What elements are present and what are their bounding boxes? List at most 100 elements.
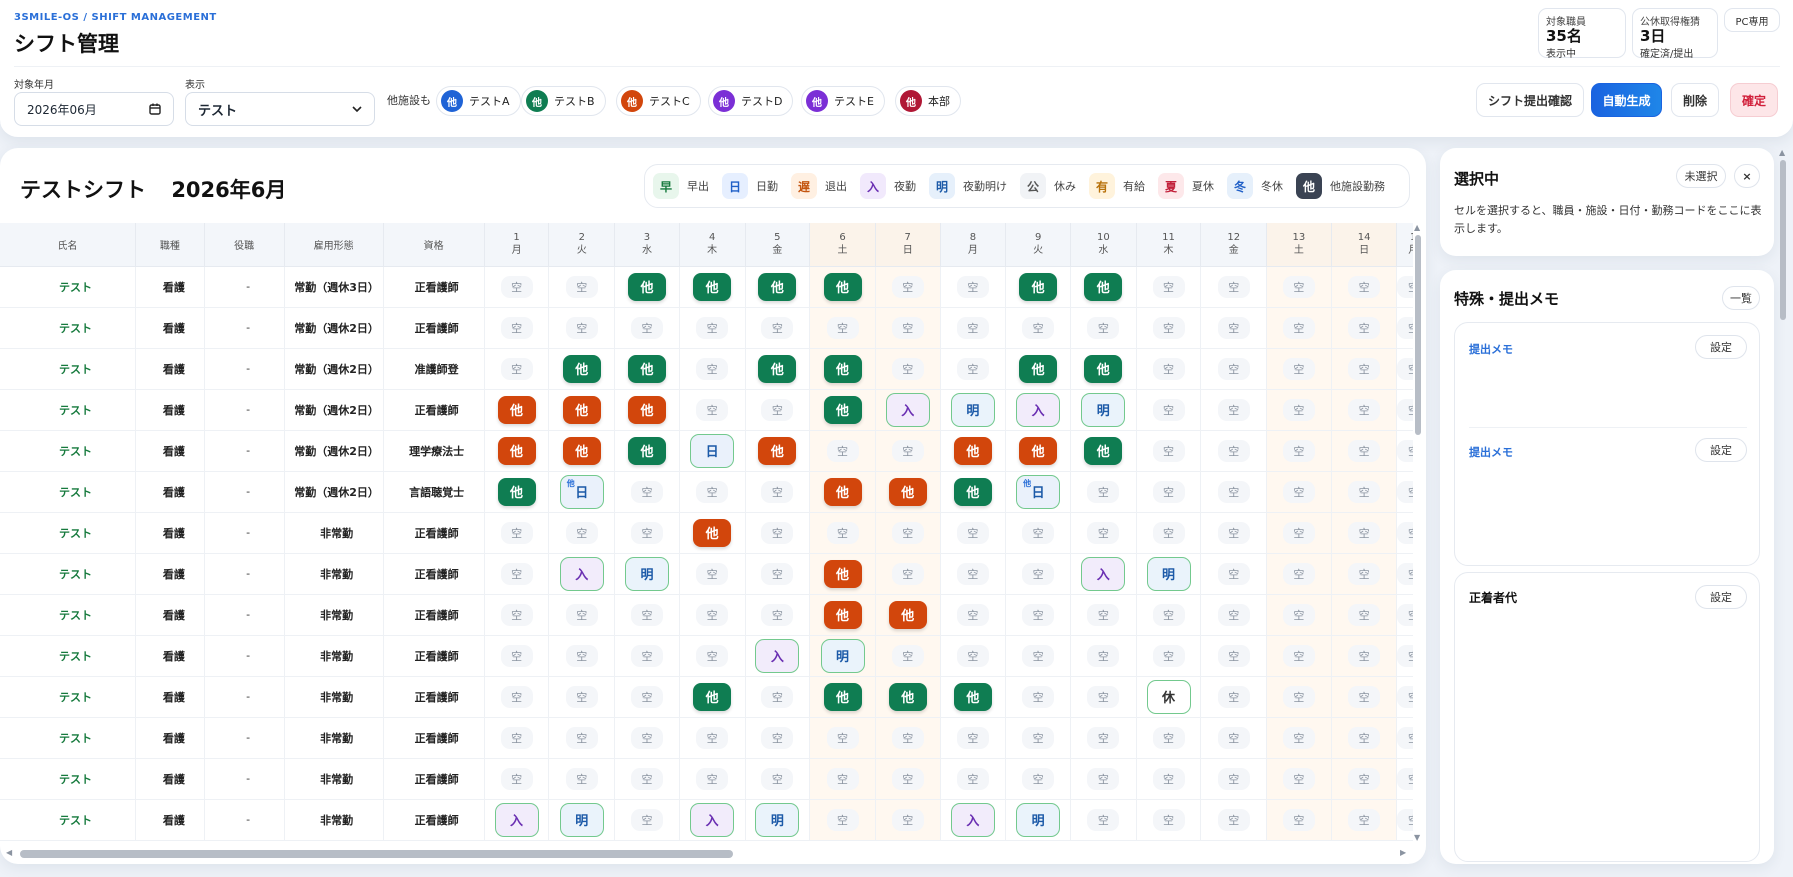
shift-cell[interactable]: 空 (1136, 758, 1202, 800)
staff-name[interactable]: テスト (0, 799, 136, 841)
shift-cell[interactable]: 空 (679, 348, 746, 390)
shift-cell[interactable]: 空 (1396, 348, 1413, 390)
shift-cell[interactable]: 入 (940, 799, 1007, 841)
shift-cell[interactable]: 空 (679, 389, 746, 431)
staff-name[interactable]: テスト (0, 758, 136, 800)
shift-cell[interactable]: 空 (745, 553, 811, 595)
staff-name[interactable]: テスト (0, 717, 136, 759)
facility-chip-test-b[interactable]: 他 テストB (521, 86, 606, 116)
shift-cell[interactable]: 空 (548, 594, 616, 636)
shift-cell[interactable]: 空 (809, 512, 876, 554)
shift-cell[interactable]: 空 (484, 307, 550, 349)
shift-cell[interactable]: 空 (1396, 758, 1413, 800)
shift-cell[interactable]: 空 (1396, 676, 1413, 718)
shift-cell[interactable]: 空 (809, 799, 876, 841)
shift-cell[interactable]: 他 (614, 348, 680, 390)
shift-cell[interactable]: 空 (1200, 594, 1268, 636)
shift-cell[interactable]: 空 (745, 471, 811, 513)
shift-cell[interactable]: 空 (940, 553, 1007, 595)
shift-cell[interactable]: 空 (484, 676, 550, 718)
shift-cell[interactable]: 空 (1396, 717, 1413, 759)
shift-cell[interactable]: 空 (1200, 635, 1268, 677)
staff-name[interactable]: テスト (0, 389, 136, 431)
shift-cell[interactable]: 空 (1331, 594, 1398, 636)
shift-cell[interactable]: 入 (1005, 389, 1071, 431)
shift-cell[interactable]: 空 (1396, 389, 1413, 431)
shift-cell[interactable]: 空 (1136, 266, 1202, 308)
confirm-submissions-button[interactable]: シフト提出確認 (1476, 83, 1584, 117)
shift-cell[interactable]: 他 (809, 389, 876, 431)
shift-cell[interactable]: 空 (875, 717, 941, 759)
shift-cell[interactable]: 他 (940, 676, 1007, 718)
staff-name[interactable]: テスト (0, 307, 136, 349)
shift-cell[interactable]: 空 (1005, 758, 1071, 800)
shift-cell[interactable]: 明 (614, 553, 680, 595)
shift-cell[interactable]: 空 (1331, 512, 1398, 554)
shift-cell[interactable]: 入 (745, 635, 811, 677)
scroll-up-icon[interactable]: ▲ (1414, 223, 1420, 232)
shift-cell[interactable]: 空 (1200, 553, 1268, 595)
finalize-button[interactable]: 確定 (1730, 83, 1778, 117)
auto-generate-button[interactable]: 自動生成 (1591, 83, 1662, 117)
staff-name[interactable]: テスト (0, 430, 136, 472)
shift-cell[interactable]: 空 (679, 553, 746, 595)
facility-chip-honbu[interactable]: 他 本部 (895, 86, 961, 116)
shift-cell[interactable]: 他 (548, 348, 616, 390)
shift-cell[interactable]: 他 (745, 430, 811, 472)
memo-settings-button[interactable]: 設定 (1695, 438, 1747, 462)
scroll-down-icon[interactable]: ▼ (1414, 833, 1420, 842)
shift-cell[interactable]: 他 (679, 676, 746, 718)
shift-cell[interactable]: 空 (484, 758, 550, 800)
shift-cell[interactable]: 空 (940, 758, 1007, 800)
shift-cell[interactable]: 空 (940, 307, 1007, 349)
shift-cell[interactable]: 他 (548, 389, 616, 431)
grid-vertical-scrollbar[interactable]: ▲ ▼ (1413, 223, 1423, 845)
shift-cell[interactable]: 入 (484, 799, 550, 841)
shift-cell[interactable]: 空 (1070, 512, 1137, 554)
shift-cell[interactable]: 他 (1005, 430, 1071, 472)
shift-cell[interactable]: 空 (1266, 594, 1332, 636)
shift-cell[interactable]: 明 (1136, 553, 1202, 595)
shift-cell[interactable]: 空 (875, 348, 941, 390)
shift-cell[interactable]: 明 (809, 635, 876, 677)
delete-button[interactable]: 削除 (1671, 83, 1719, 117)
shift-cell[interactable]: 空 (1396, 594, 1413, 636)
shift-cell[interactable]: 空 (809, 307, 876, 349)
shift-cell[interactable]: 空 (614, 676, 680, 718)
shift-cell[interactable]: 空 (484, 717, 550, 759)
shift-cell[interactable]: 空 (548, 717, 616, 759)
shift-cell[interactable]: 空 (1005, 676, 1071, 718)
shift-cell[interactable]: 空 (1266, 635, 1332, 677)
facility-chip-test-e[interactable]: 他 テストE (801, 86, 885, 116)
shift-cell[interactable]: 空 (875, 307, 941, 349)
shift-cell[interactable]: 休 (1136, 676, 1202, 718)
shift-cell[interactable]: 空 (745, 307, 811, 349)
shift-cell[interactable]: 空 (745, 594, 811, 636)
shift-cell[interactable]: 他 (614, 430, 680, 472)
shift-cell[interactable]: 空 (1266, 553, 1332, 595)
shift-cell[interactable]: 他 (1005, 266, 1071, 308)
facility-chip-test-c[interactable]: 他 テストC (616, 86, 701, 116)
shift-cell[interactable]: 他 (875, 594, 941, 636)
shift-cell[interactable]: 他 (875, 471, 941, 513)
shift-cell[interactable]: 空 (548, 676, 616, 718)
shift-cell[interactable]: 明 (745, 799, 811, 841)
shift-cell[interactable]: 空 (875, 512, 941, 554)
scroll-left-icon[interactable]: ◀ (6, 848, 12, 857)
shift-cell[interactable]: 空 (1396, 635, 1413, 677)
shift-cell[interactable]: 空 (679, 635, 746, 677)
shift-cell[interactable]: 他 (875, 676, 941, 718)
shift-cell[interactable]: 他 (679, 512, 746, 554)
shift-cell[interactable]: 空 (1070, 307, 1137, 349)
shift-cell[interactable]: 他 (484, 471, 550, 513)
shift-cell[interactable]: 空 (614, 594, 680, 636)
shift-cell[interactable]: 空 (1200, 389, 1268, 431)
shift-cell[interactable]: 空 (1266, 430, 1332, 472)
memo-settings-button[interactable]: 設定 (1695, 335, 1747, 359)
shift-cell[interactable]: 空 (1266, 389, 1332, 431)
scroll-thumb[interactable] (1415, 235, 1421, 435)
shift-cell[interactable]: 空 (1005, 512, 1071, 554)
shift-cell[interactable]: 他 (809, 471, 876, 513)
shift-cell[interactable]: 空 (940, 348, 1007, 390)
shift-cell[interactable]: 空 (1005, 594, 1071, 636)
